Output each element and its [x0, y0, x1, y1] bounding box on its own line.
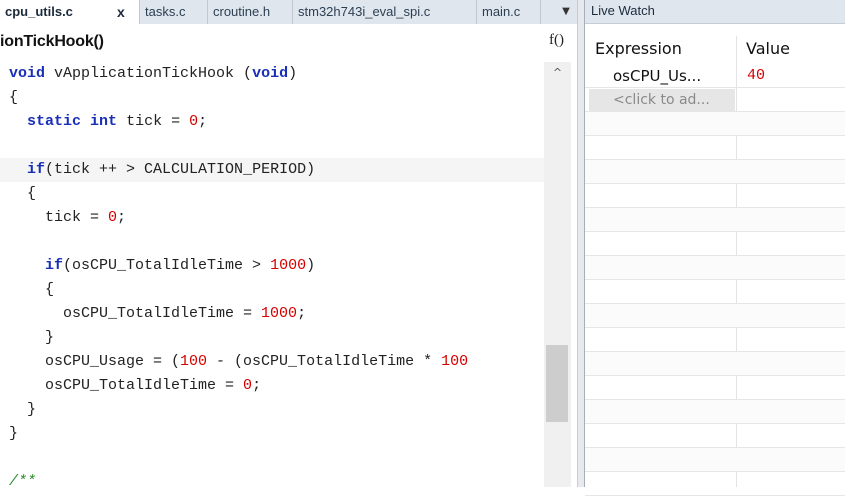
- code-line[interactable]: osCPU_Usage = (100 - (osCPU_TotalIdleTim…: [0, 350, 544, 374]
- code-line[interactable]: {: [0, 278, 544, 302]
- watch-value[interactable]: 40: [747, 64, 765, 88]
- chevron-down-icon[interactable]: ▼: [555, 0, 577, 24]
- watch-empty-row: [585, 424, 845, 448]
- function-navigation-bar[interactable]: ionTickHook() f(): [0, 24, 577, 62]
- watch-empty-row: [585, 232, 845, 256]
- code-line-text: if(osCPU_TotalIdleTime > 1000): [45, 257, 316, 274]
- column-header-value[interactable]: Value: [736, 36, 845, 62]
- code-line[interactable]: if(tick ++ > CALCULATION_PERIOD): [0, 158, 544, 182]
- scrollbar-thumb[interactable]: [546, 345, 568, 422]
- scroll-up-icon[interactable]: ^: [544, 66, 571, 80]
- code-line-text: {: [9, 185, 37, 202]
- column-header-expression[interactable]: Expression: [585, 36, 736, 62]
- code-line[interactable]: {: [0, 182, 544, 206]
- code-line[interactable]: osCPU_TotalIdleTime = 1000;: [0, 302, 544, 326]
- tab-label: cpu_utils.c: [5, 4, 73, 19]
- pane-splitter[interactable]: [577, 0, 585, 487]
- watch-empty-row: [585, 472, 845, 496]
- watch-empty-row: [585, 352, 845, 376]
- code-line-text: if(tick ++ > CALCULATION_PERIOD): [27, 161, 316, 178]
- watch-empty-row: [585, 328, 845, 352]
- code-line[interactable]: if(osCPU_TotalIdleTime > 1000): [0, 254, 544, 278]
- code-line[interactable]: [0, 446, 544, 470]
- code-line[interactable]: [0, 230, 544, 254]
- watch-empty-row: [585, 256, 845, 280]
- code-line[interactable]: }: [0, 326, 544, 350]
- code-line-text: static int tick = 0;: [27, 113, 208, 130]
- watch-add-row[interactable]: <click to ad...: [585, 88, 845, 112]
- code-line-text: osCPU_TotalIdleTime = 0;: [9, 377, 262, 394]
- code-line[interactable]: }: [0, 398, 544, 422]
- editor-tab-bar: cpu_utils.c x tasks.c croutine.h stm32h7…: [0, 0, 577, 25]
- tab-stm32h743i-eval-spi[interactable]: stm32h743i_eval_spi.c: [293, 0, 477, 24]
- tab-label: main.c: [482, 4, 521, 19]
- close-icon[interactable]: x: [117, 0, 125, 24]
- code-line[interactable]: void vApplicationTickHook (void): [0, 62, 544, 86]
- tab-main[interactable]: main.c: [477, 0, 541, 24]
- vertical-scrollbar[interactable]: ^: [544, 62, 571, 487]
- live-watch-title: Live Watch: [585, 0, 845, 24]
- tab-croutine[interactable]: croutine.h: [208, 0, 293, 24]
- code-line-text: {: [9, 89, 19, 106]
- watch-empty-row: [585, 208, 845, 232]
- code-line[interactable]: [0, 134, 544, 158]
- code-line[interactable]: }: [0, 422, 544, 446]
- tab-tasks[interactable]: tasks.c: [140, 0, 208, 24]
- watch-empty-row: [585, 160, 845, 184]
- watch-empty-row: [585, 448, 845, 472]
- code-line[interactable]: static int tick = 0;: [0, 110, 544, 134]
- code-line-text: osCPU_TotalIdleTime = 1000;: [9, 305, 307, 322]
- function-list-icon[interactable]: f(): [549, 32, 564, 49]
- watch-header-row: Expression Value: [585, 36, 845, 62]
- tab-label: tasks.c: [145, 4, 186, 19]
- watch-empty-row: [585, 136, 845, 160]
- tab-cpu-utils[interactable]: cpu_utils.c x: [0, 0, 140, 24]
- watch-row[interactable]: osCPU_Us... 40: [585, 64, 845, 88]
- watch-empty-row: [585, 376, 845, 400]
- code-editor-pane: cpu_utils.c x tasks.c croutine.h stm32h7…: [0, 0, 577, 487]
- code-line-text: }: [9, 401, 37, 418]
- code-line[interactable]: osCPU_TotalIdleTime = 0;: [0, 374, 544, 398]
- add-expression-placeholder[interactable]: <click to ad...: [589, 89, 735, 111]
- code-line[interactable]: tick = 0;: [0, 206, 544, 230]
- live-watch-table: Expression Value osCPU_Us... 40 <click t…: [585, 24, 845, 496]
- watch-expression[interactable]: osCPU_Us...: [613, 64, 733, 88]
- watch-empty-row: [585, 184, 845, 208]
- live-watch-pane: Live Watch Expression Value osCPU_Us... …: [585, 0, 845, 496]
- code-line[interactable]: /**: [0, 470, 544, 487]
- tab-label: croutine.h: [213, 4, 271, 19]
- watch-empty-row: [585, 304, 845, 328]
- current-function-name[interactable]: ionTickHook(): [0, 33, 104, 51]
- code-line-text: }: [9, 425, 19, 442]
- watch-empty-row: [585, 112, 845, 136]
- code-line-text: osCPU_Usage = (100 - (osCPU_TotalIdleTim…: [9, 353, 469, 370]
- watch-empty-row: [585, 280, 845, 304]
- code-line-text: void vApplicationTickHook (void): [9, 65, 298, 82]
- code-line-text: tick = 0;: [9, 209, 127, 226]
- tab-label: stm32h743i_eval_spi.c: [298, 4, 431, 19]
- code-line[interactable]: {: [0, 86, 544, 110]
- code-line-text: }: [9, 329, 55, 346]
- code-area[interactable]: void vApplicationTickHook (void) { static…: [0, 62, 544, 487]
- code-line-text: /**: [9, 473, 37, 487]
- watch-empty-row: [585, 400, 845, 424]
- code-line-text: {: [9, 281, 55, 298]
